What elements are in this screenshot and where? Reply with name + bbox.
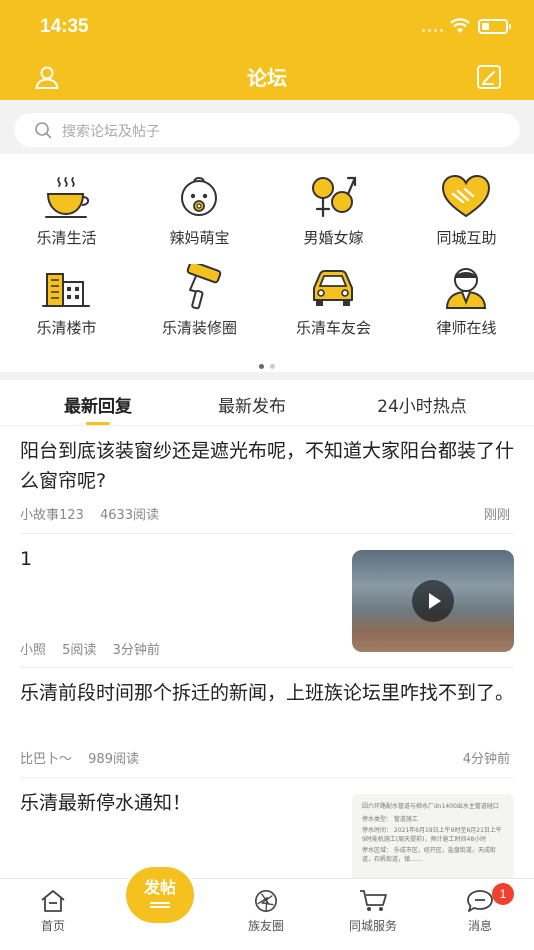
active-tab-indicator <box>86 422 110 425</box>
search-icon <box>35 122 52 139</box>
post-item[interactable]: 乐清前段时间那个拆迁的新闻，上班族论坛里咋找不到了。 比巴卜～ 989阅读 4分… <box>20 668 514 778</box>
battery-icon <box>478 19 511 34</box>
page-indicator <box>0 354 534 373</box>
page-title: 论坛 <box>247 66 287 90</box>
notice-line: 停水时间： 2021年6月19日上午9时至6月21日上午9时能机施工(周天提前)… <box>362 827 502 843</box>
aperture-icon <box>255 890 277 912</box>
category-mutual-aid[interactable]: 同城互助 <box>400 154 533 247</box>
gender-symbols-icon <box>312 176 357 218</box>
post-title: 1 <box>20 548 33 570</box>
search-input[interactable]: 搜索论坛及帖子 <box>14 113 520 147</box>
post-author: 小照 <box>20 643 47 658</box>
category-lawyer[interactable]: 律师在线 <box>400 244 533 337</box>
post-item[interactable]: 乐清最新停水通知！ 因六环路配水管道与柳水厂dn1400出水主管道碰口 停水类型… <box>20 778 514 878</box>
home-icon <box>41 890 65 912</box>
unread-badge: 1 <box>492 883 514 905</box>
nav-services[interactable]: 同城服务 <box>333 889 413 934</box>
feed-tabs: 最新回复 最新发布 24小时热点 <box>0 380 534 426</box>
category-marriage[interactable]: 男婚女嫁 <box>267 154 400 247</box>
post-time: 3分钟前 <box>112 643 160 658</box>
paint-roller-icon <box>186 264 222 310</box>
post-title: 乐清最新停水通知！ <box>20 792 192 814</box>
nav-label: 消息 <box>467 919 492 933</box>
notice-line: 因六环路配水管道与柳水厂dn1400出水主管道碰口 <box>362 803 499 810</box>
post-meta: 小故事123 4633阅读 <box>20 504 171 523</box>
post-meta: 比巴卜～ 989阅读 <box>20 748 151 767</box>
new-post-button[interactable]: 发帖 <box>126 867 194 923</box>
category-life[interactable]: 乐清生活 <box>0 154 133 247</box>
post-time: 4分钟前 <box>462 752 510 767</box>
post-author: 小故事123 <box>20 508 84 523</box>
post-time: 刚刚 <box>483 508 510 523</box>
category-label: 乐清车友会 <box>295 319 371 337</box>
category-decoration[interactable]: 乐清装修圈 <box>133 244 266 337</box>
notice-line: 停水类型： 管道施工 <box>362 816 418 823</box>
category-label: 律师在线 <box>436 319 497 337</box>
compose-icon[interactable] <box>476 64 502 90</box>
notice-thumbnail[interactable]: 因六环路配水管道与柳水厂dn1400出水主管道碰口 停水类型： 管道施工 停水时… <box>352 794 514 878</box>
nav-label: 族友圈 <box>247 919 284 933</box>
nav-home[interactable]: 首页 <box>13 889 93 934</box>
handshake-heart-icon <box>441 174 491 218</box>
coffee-cup-icon <box>45 177 90 218</box>
post-title: 乐清前段时间那个拆迁的新闻，上班族论坛里咋找不到了。 <box>20 682 515 704</box>
forum-screen: 14:35 论坛 搜索论坛及帖子 乐清生活 辣妈萌宝 男婚女嫁 同城互助 乐清楼… <box>0 0 534 950</box>
new-post-label: 发帖 <box>143 878 176 897</box>
category-car-club[interactable]: 乐清车友会 <box>267 244 400 337</box>
wifi-icon <box>450 18 470 33</box>
lawyer-icon <box>445 268 487 309</box>
buildings-icon <box>42 273 90 307</box>
post-reads: 989阅读 <box>88 752 139 767</box>
car-icon <box>313 270 353 306</box>
play-icon[interactable] <box>412 580 454 622</box>
menu-lines-icon <box>150 902 170 908</box>
video-thumbnail[interactable] <box>352 550 514 652</box>
search-placeholder: 搜索论坛及帖子 <box>62 124 160 140</box>
category-label: 乐清装修圈 <box>161 319 237 337</box>
chat-bubble-icon <box>467 890 493 912</box>
post-title: 阳台到底该装窗纱还是遮光布呢，不知道大家阳台都装了什么窗帘呢? <box>20 440 515 492</box>
post-feed: 阳台到底该装窗纱还是遮光布呢，不知道大家阳台都装了什么窗帘呢? 小故事123 4… <box>0 426 534 878</box>
nav-label: 首页 <box>40 919 65 933</box>
status-bar: 14:35 <box>0 0 534 54</box>
post-reads: 5阅读 <box>62 643 97 658</box>
category-moms[interactable]: 辣妈萌宝 <box>133 154 266 247</box>
nav-header: 论坛 <box>0 54 534 100</box>
category-grid: 乐清生活 辣妈萌宝 男婚女嫁 同城互助 乐清楼市 乐清装修圈 乐清车友会 律师在… <box>0 154 534 372</box>
post-item[interactable]: 阳台到底该装窗纱还是遮光布呢，不知道大家阳台都装了什么窗帘呢? 小故事123 4… <box>20 426 514 534</box>
signal-icon <box>422 29 443 32</box>
nav-circle[interactable]: 族友圈 <box>226 889 306 934</box>
category-label: 乐清楼市 <box>36 319 97 337</box>
tab-latest-post[interactable]: 最新发布 <box>204 392 300 417</box>
cart-icon <box>360 890 387 911</box>
post-author: 比巴卜～ <box>20 752 73 767</box>
tab-latest-reply[interactable]: 最新回复 <box>50 392 146 417</box>
top-bar: 14:35 论坛 <box>0 0 534 100</box>
category-realestate[interactable]: 乐清楼市 <box>0 244 133 337</box>
baby-face-icon <box>181 177 217 216</box>
tab-24h-hot[interactable]: 24小时热点 <box>354 392 490 417</box>
search-area: 搜索论坛及帖子 <box>0 100 534 154</box>
nav-label: 同城服务 <box>348 919 397 933</box>
post-reads: 4633阅读 <box>99 508 160 523</box>
notice-line: 停水区域： 乐成市区，经开区，盐盘街道，天成街道，石帆街道，镇…… <box>362 847 496 863</box>
status-time: 14:35 <box>40 16 89 37</box>
bottom-nav: 首页 发帖 族友圈 同城服务 消息 1 <box>0 867 534 950</box>
post-item[interactable]: 1 小照 5阅读 3分钟前 <box>20 534 514 668</box>
post-meta: 小照 5阅读 3分钟前 <box>20 639 172 658</box>
